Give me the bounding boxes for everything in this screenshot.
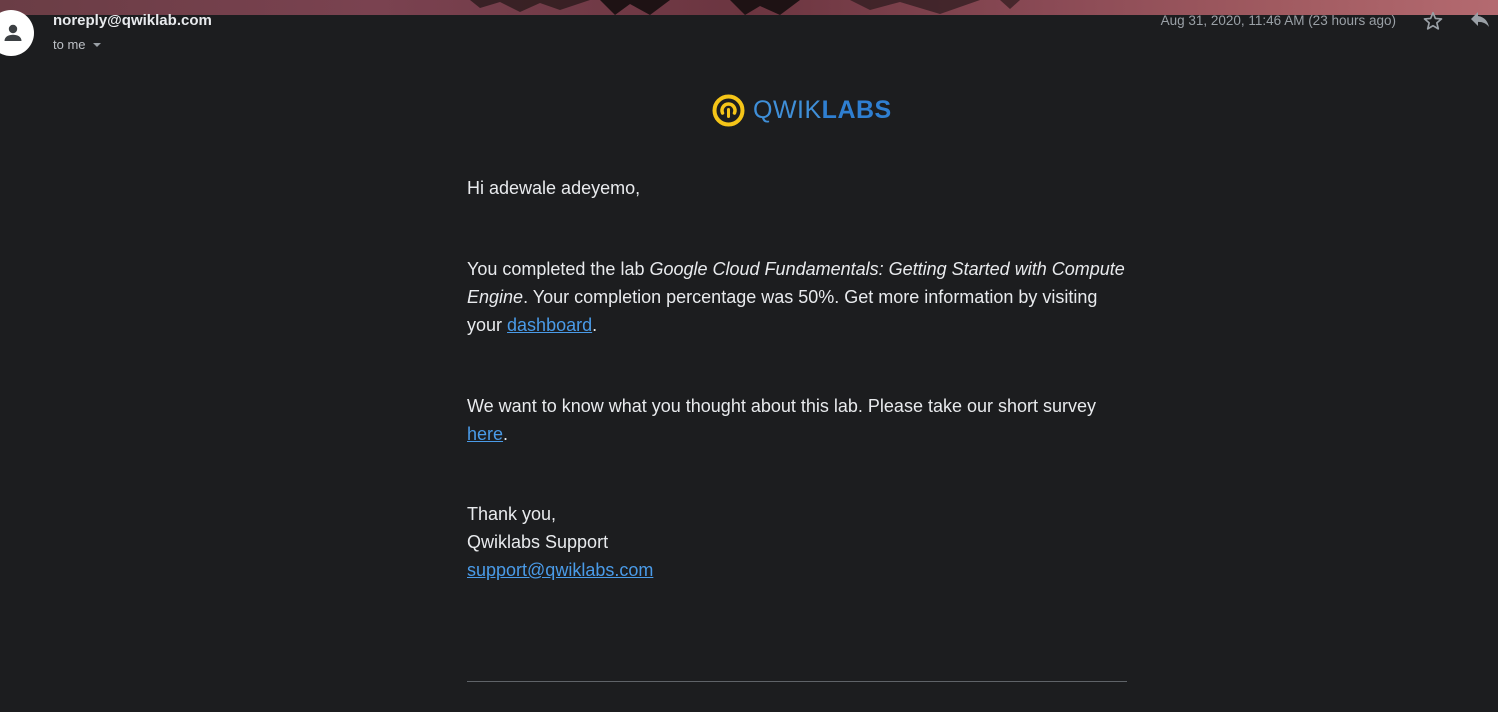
email-view: noreply@qwiklab.com to me Aug 31, 2020, … <box>0 0 1498 712</box>
dashboard-link[interactable]: dashboard <box>507 315 592 335</box>
logo-text-bold: LABS <box>821 96 892 124</box>
team-name: Qwiklabs Support <box>467 532 609 552</box>
qwiklabs-logo-icon <box>712 94 745 127</box>
signoff: Thank you, <box>467 504 557 524</box>
recipient-label: to me <box>53 37 86 52</box>
sender-avatar[interactable] <box>0 10 34 56</box>
completion-paragraph: You completed the lab Google Cloud Funda… <box>467 255 1132 339</box>
caret-down-icon <box>92 42 101 47</box>
p2-prefix: We want to know what you thought about t… <box>467 396 1097 416</box>
email-body: Hi adewale adeyemo, You completed the la… <box>467 174 1132 584</box>
star-icon <box>1423 11 1443 30</box>
star-button[interactable] <box>1420 8 1446 34</box>
logo-text-light: QWIK <box>753 96 822 124</box>
person-icon <box>4 24 22 41</box>
survey-link[interactable]: here <box>467 424 503 444</box>
survey-paragraph: We want to know what you thought about t… <box>467 392 1132 448</box>
p1-suffix: . <box>592 315 598 335</box>
message-date: Aug 31, 2020, 11:46 AM (23 hours ago) <box>1160 13 1396 28</box>
sender-email[interactable]: noreply@qwiklab.com <box>53 12 212 29</box>
qwiklabs-logo: QWIKLABS <box>712 94 892 127</box>
greeting: Hi adewale adeyemo, <box>467 178 641 198</box>
footer-divider <box>467 681 1127 682</box>
support-email-link[interactable]: support@qwiklabs.com <box>467 560 653 580</box>
reply-icon <box>1471 12 1489 27</box>
p1-prefix: You completed the lab <box>467 259 650 279</box>
recipient-details-toggle[interactable]: to me <box>53 37 102 52</box>
p2-suffix: . <box>503 424 509 444</box>
reply-button[interactable] <box>1467 8 1493 34</box>
